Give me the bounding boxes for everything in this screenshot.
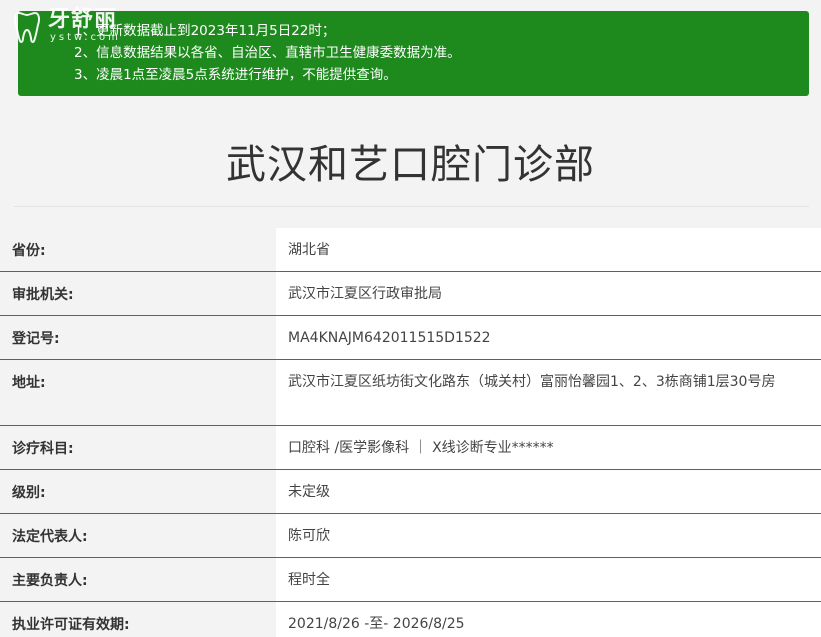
- notice-line: 2、信息数据结果以各省、自治区、直辖市卫生健康委数据为准。: [74, 45, 461, 61]
- detail-row-legal-representative: 法定代表人: 陈可欣: [0, 514, 821, 558]
- clinic-title: 武汉和艺口腔门诊部: [226, 142, 595, 188]
- page: 牙舒丽 ystw.com 1、更新数据截止到2023年11月5日22时； 2、信…: [0, 0, 821, 637]
- detail-value: 未定级: [276, 470, 821, 513]
- detail-row-province: 省份: 湖北省: [0, 228, 821, 272]
- detail-value: 程时全: [276, 558, 821, 601]
- watermark-logo: 牙舒丽 ystw.com: [8, 6, 121, 44]
- detail-label: 级别:: [0, 470, 276, 513]
- detail-row-license-validity: 执业许可证有效期: 2021/8/26 -至- 2026/8/25: [0, 602, 821, 637]
- detail-value: 陈可欣: [276, 514, 821, 557]
- detail-value: 武汉市江夏区纸坊街文化路东（城关村）富丽怡馨园1、2、3栋商铺1层30号房: [276, 360, 821, 425]
- notice-line: 3、凌晨1点至凌晨5点系统进行维护，不能提供查询。: [74, 67, 397, 83]
- detail-row-departments: 诊疗科目: 口腔科 /医学影像科 ｜ X线诊断专业******: [0, 426, 821, 470]
- detail-label: 省份:: [0, 228, 276, 271]
- detail-value: 口腔科 /医学影像科 ｜ X线诊断专业******: [276, 426, 821, 469]
- detail-label: 登记号:: [0, 316, 276, 359]
- detail-value: 2021/8/26 -至- 2026/8/25: [276, 602, 821, 637]
- detail-label: 审批机关:: [0, 272, 276, 315]
- details-table: 省份: 湖北省 审批机关: 武汉市江夏区行政审批局 登记号: MA4KNAJM6…: [0, 228, 821, 637]
- detail-label: 执业许可证有效期:: [0, 602, 276, 637]
- detail-label: 主要负责人:: [0, 558, 276, 601]
- detail-row-approval-authority: 审批机关: 武汉市江夏区行政审批局: [0, 272, 821, 316]
- detail-value: 湖北省: [276, 228, 821, 271]
- detail-row-registration-number: 登记号: MA4KNAJM642011515D1522: [0, 316, 821, 360]
- detail-row-address: 地址: 武汉市江夏区纸坊街文化路东（城关村）富丽怡馨园1、2、3栋商铺1层30号…: [0, 360, 821, 426]
- tooth-icon: [14, 11, 40, 43]
- detail-label: 诊疗科目:: [0, 426, 276, 469]
- detail-label: 地址:: [0, 360, 276, 425]
- notice-line: 1、更新数据截止到2023年11月5日22时；: [74, 23, 336, 39]
- title-divider: [14, 206, 809, 207]
- detail-row-level: 级别: 未定级: [0, 470, 821, 514]
- detail-row-principal: 主要负责人: 程时全: [0, 558, 821, 602]
- notice-banner: 1、更新数据截止到2023年11月5日22时； 2、信息数据结果以各省、自治区、…: [18, 11, 809, 96]
- detail-label: 法定代表人:: [0, 514, 276, 557]
- detail-value: MA4KNAJM642011515D1522: [276, 316, 821, 359]
- detail-value: 武汉市江夏区行政审批局: [276, 272, 821, 315]
